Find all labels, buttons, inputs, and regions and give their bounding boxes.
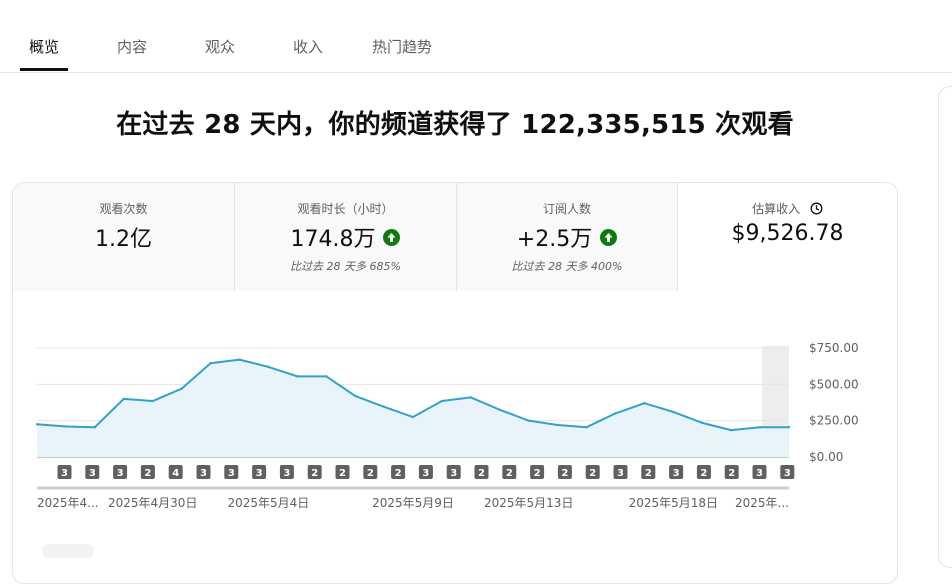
tab-overview[interactable]: 概览 [29,36,59,57]
event-badge-count: 2 [506,468,513,479]
arrow-up-icon [383,228,401,246]
data-point [614,412,617,415]
metric-value: +2.5万 [516,227,593,252]
metric-value: 174.8万 [290,227,376,252]
x-tick-label: 2025年5月4日 [227,496,309,510]
metric-views[interactable]: 观看次数 1.2亿 [13,183,235,291]
y-tick-label: $0.00 [809,450,843,464]
data-point [498,408,501,411]
data-point [209,362,212,365]
event-badge-count: 3 [422,468,429,479]
data-point [122,397,125,401]
metric-subscribers[interactable]: 订阅人数 +2.5万 比过去 28 天多 400% [457,183,678,291]
data-point [787,426,791,429]
tab-trending[interactable]: 热门趋势 [372,36,432,57]
event-badge-count: 3 [200,468,207,479]
event-badge-count: 3 [756,468,763,479]
page-headline: 在过去 28 天内，你的频道获得了 122,335,515 次观看 [116,110,794,140]
event-badge-count: 3 [617,468,624,479]
event-badge-count: 3 [256,468,263,479]
event-badge-count: 2 [311,468,318,479]
metric-label: 观看时长（小时） [297,202,394,216]
data-point [758,426,762,429]
event-badge-count: 3 [228,468,235,479]
x-tick-label: 2025年... [735,496,789,510]
metric-label: 订阅人数 [542,202,591,216]
data-point [643,402,646,405]
data-point [469,396,473,399]
metrics-card: 观看次数 1.2亿 观看时长（小时） 174.8万 比过去 28 天多 685%… [12,182,898,584]
data-point [585,426,588,429]
data-point [353,394,357,398]
event-badge-count: 4 [172,468,179,479]
arrow-up-icon [600,228,618,246]
tab-bar: 概览 内容 观众 收入 热门趋势 [0,0,952,73]
data-point [440,399,444,403]
metric-value: 1.2亿 [95,227,152,252]
x-tick-label: 2025年5月18日 [629,496,718,510]
clock-icon[interactable] [810,202,823,218]
metric-comparison: 比过去 28 天多 685% [290,260,401,273]
x-tick-label: 2025年4月30日 [108,496,197,510]
tab-content[interactable]: 内容 [117,36,147,57]
x-tick-label: 2025年5月13日 [484,496,573,510]
metric-comparison: 比过去 28 天多 400% [511,260,623,273]
tab-audience[interactable]: 观众 [205,36,235,57]
event-badge-count: 3 [117,468,124,479]
data-point [93,426,97,429]
y-tick-label: $500.00 [809,377,859,391]
event-badge-count: 2 [645,468,652,479]
x-tick-label: 2025年4... [37,496,99,510]
metric-label: 观看次数 [99,202,148,216]
event-badge-count: 2 [144,468,151,479]
data-point [180,387,183,390]
side-card [938,86,952,568]
tab-revenue[interactable]: 收入 [293,36,323,57]
metric-watch-time[interactable]: 观看时长（小时） 174.8万 比过去 28 天多 685% [235,183,457,291]
data-point [35,423,39,426]
data-point [729,428,733,432]
event-badge-count: 3 [673,468,680,479]
metric-label: 估算收入 [752,202,801,216]
event-badge-count: 2 [395,468,402,479]
event-badge-count: 2 [339,468,346,479]
event-badge-count: 2 [728,468,735,479]
event-badge-count: 3 [784,468,791,479]
event-badge-count: 2 [534,468,541,479]
y-tick-label: $250.00 [809,414,859,428]
data-point [296,375,299,378]
event-badge-count: 3 [283,468,290,479]
data-point [325,375,328,378]
event-badge-count: 3 [89,468,96,479]
series-area [37,359,789,457]
revenue-chart[interactable]: $0.00 $250.00 $500.00 $750.00 3 3 3 2 4 3 3 3 3 2 2 2 2 3… [13,291,897,583]
event-badge-count: 2 [561,468,568,479]
data-point [382,405,386,409]
y-tick-label: $750.00 [809,341,859,355]
event-badge-count: 2 [478,468,485,479]
active-tab-indicator [20,68,68,71]
event-badge-count: 3 [450,468,457,479]
data-point [64,425,68,428]
data-point [527,419,530,422]
data-point [238,358,241,361]
event-badge-count: 2 [700,468,707,479]
data-point [151,399,154,403]
chart-option-chip[interactable] [42,544,94,558]
data-point [701,421,704,425]
event-badge-count: 3 [61,468,68,479]
metric-estimated-revenue[interactable]: 估算收入 $9,526.78 [678,183,897,291]
x-tick-label: 2025年5月9日 [372,496,454,510]
data-point [556,423,559,427]
metric-value: $9,526.78 [731,221,844,246]
data-point [411,415,415,419]
event-badge-count: 2 [367,468,374,479]
data-point [672,410,675,414]
event-badge-count: 2 [589,468,596,479]
data-point [267,365,270,369]
